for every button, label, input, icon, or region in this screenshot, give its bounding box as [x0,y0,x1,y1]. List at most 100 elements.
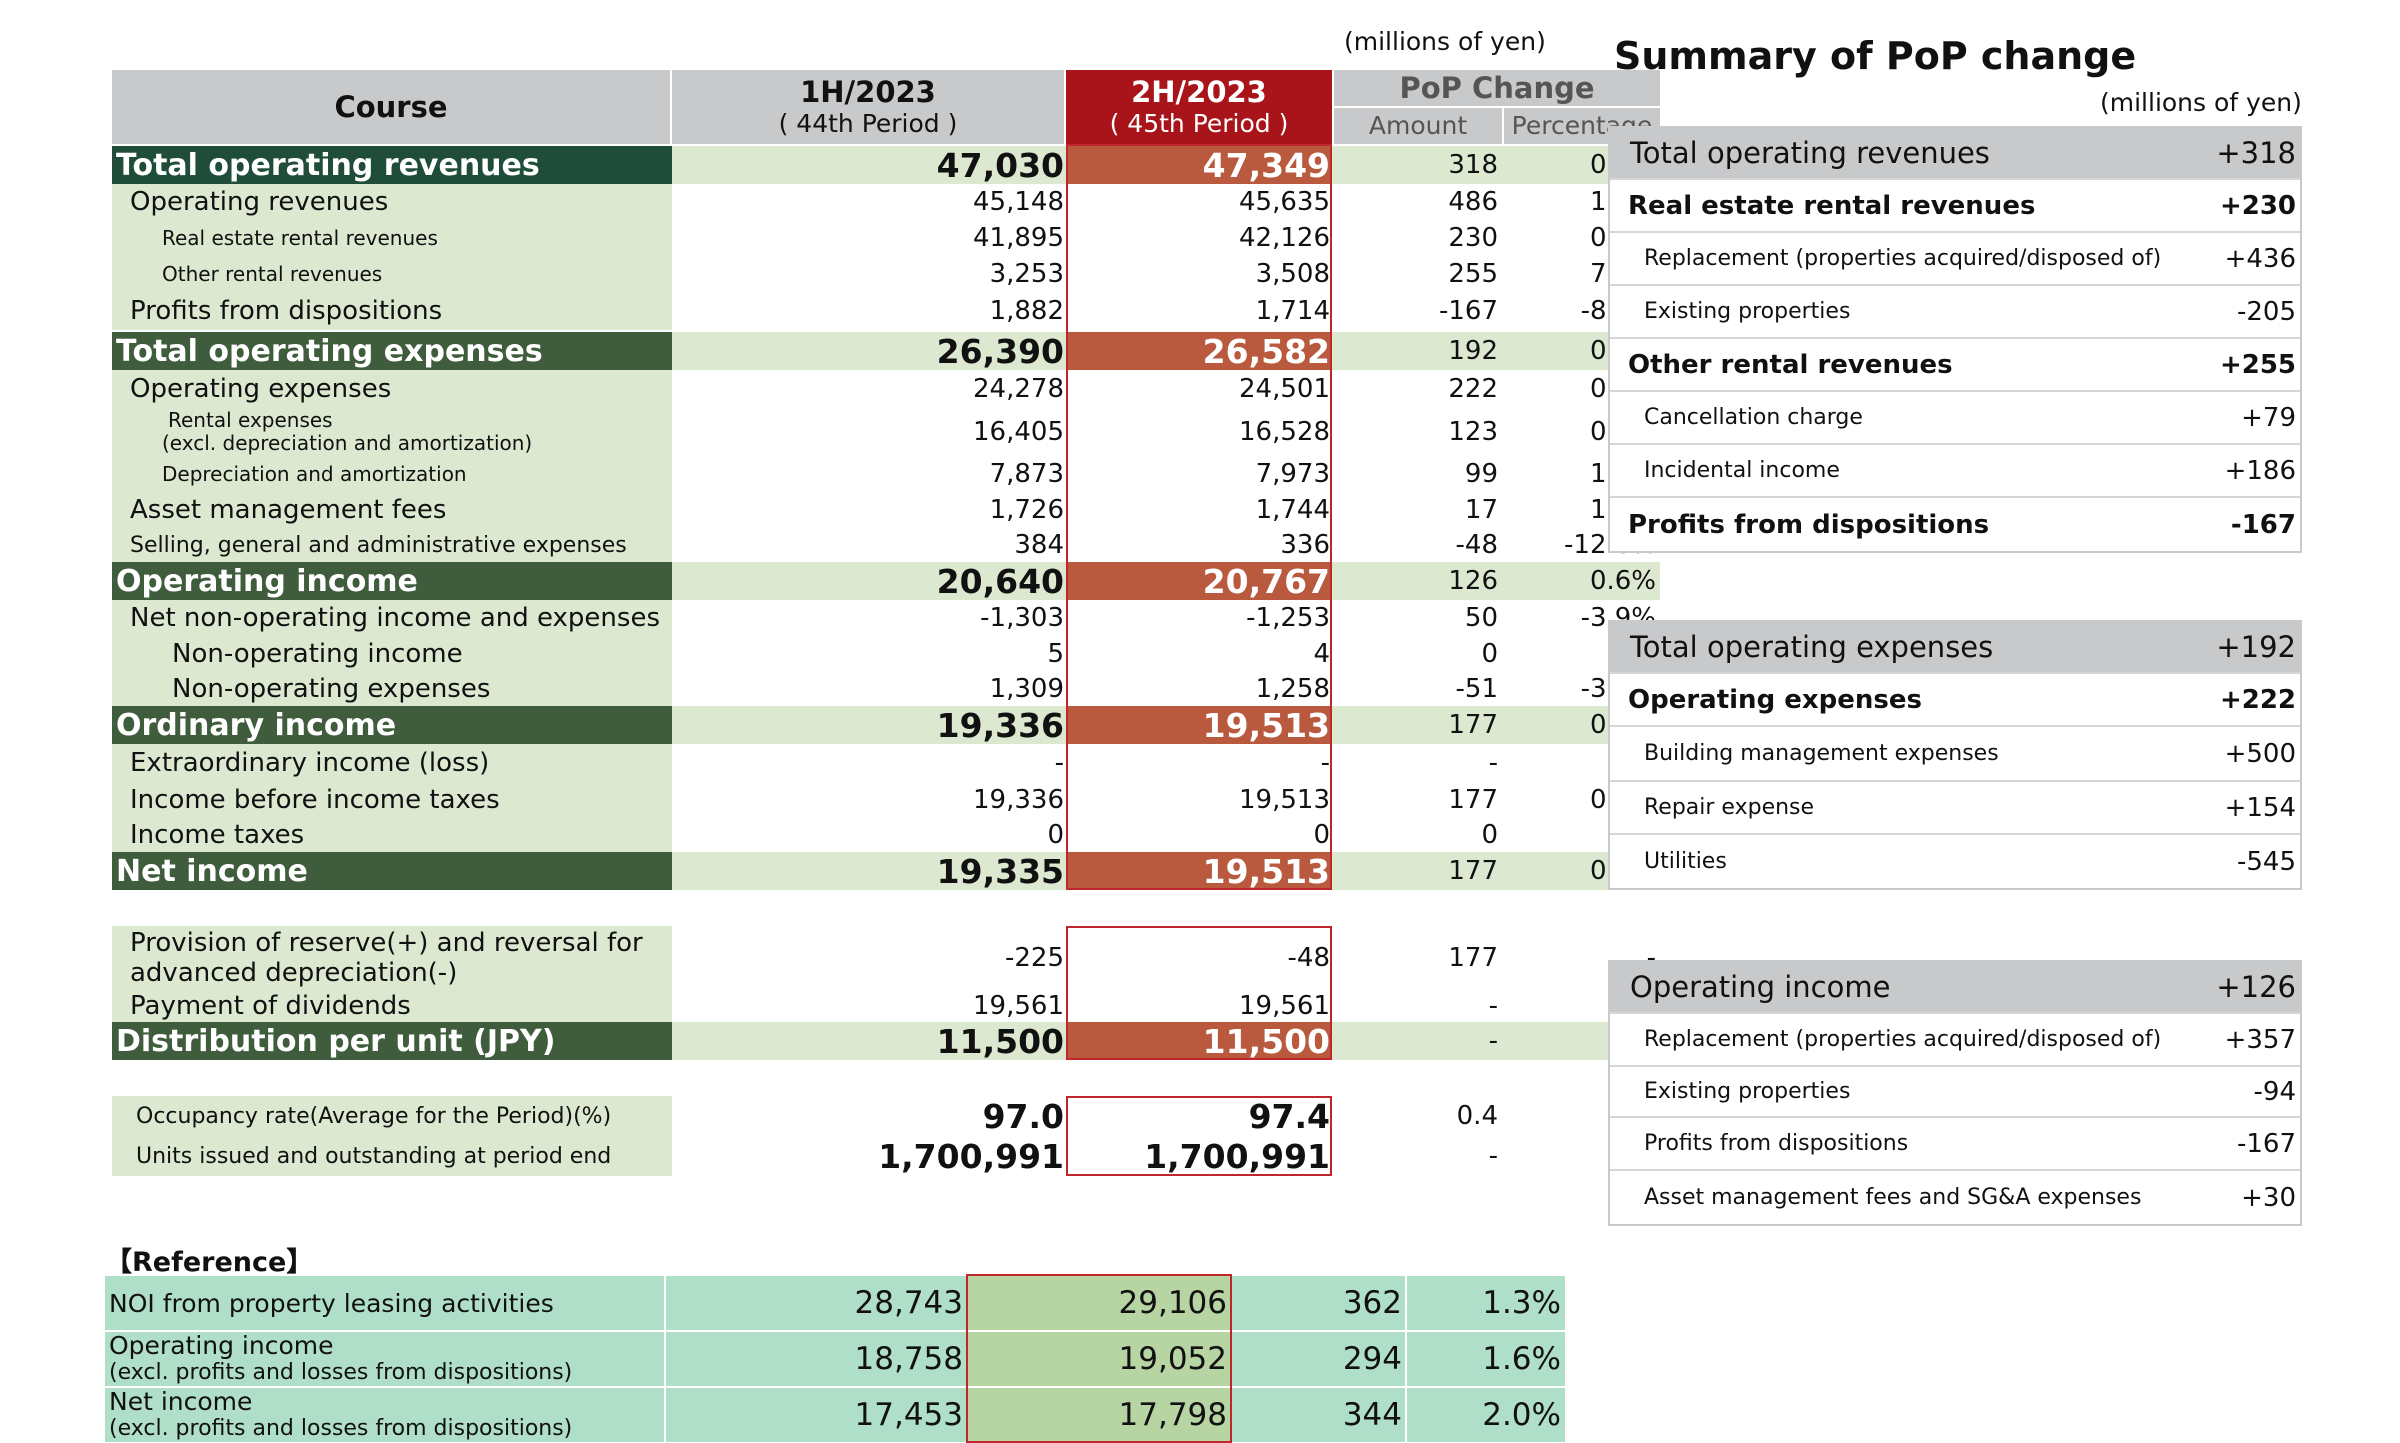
summary-row-value: +357 [2224,1024,2296,1055]
row-value-1h: 0 [1047,820,1064,850]
row-value-2h: 24,501 [1239,374,1330,404]
table-row: Income taxes 0 0 0 - [112,818,1656,852]
row-pop-amount: 99 [1464,459,1498,489]
row-value-1h: 1,700,991 [878,1136,1064,1176]
row-pop-amount: 318 [1332,146,1502,184]
summary-row-label: Total operating revenues [1630,136,1990,170]
row-value-1h: 24,278 [973,374,1064,404]
table-row: Profits from dispositions 1,882 1,714 -1… [112,292,1656,330]
header-period-1-sub: ( 44th Period ) [778,109,958,138]
row-label: Total operating revenues [112,146,672,184]
row-value-1h: 20,640 [672,562,1066,601]
row-value-1h: - [1054,748,1064,778]
summary-row-value: -167 [2230,509,2296,540]
row-pop-amount: -51 [1455,674,1498,704]
row-label: Ordinary income [112,706,672,744]
reference-row-label-line1: NOI from property leasing activities [109,1288,554,1318]
row-label-line1: Rental expenses [168,408,333,432]
summary-row: Operating income +126 [1610,962,2300,1014]
summary-row: Total operating revenues +318 [1610,128,2300,180]
row-value-1h: 26,390 [672,332,1066,371]
summary-row: Profits from dispositions -167 [1610,498,2300,551]
summary-row-label: Replacement (properties acquired/dispose… [1644,1027,2162,1052]
row-label: Distribution per unit (JPY) [112,1022,672,1060]
row-value-2h: 3,508 [1255,259,1330,289]
row-label: Income before income taxes [112,782,672,818]
row-label: Units issued and outstanding at period e… [112,1136,672,1176]
summary-row: Incidental income +186 [1610,445,2300,498]
row-value-2h: 16,528 [1239,417,1330,447]
header-period-2: 2H/2023 ( 45th Period ) [1066,70,1332,144]
row-pop-amount: -48 [1455,530,1498,560]
row-value-2h: 7,973 [1255,459,1330,489]
row-pop-amount: 486 [1448,187,1498,217]
summary-box-operating-income: Operating income +126 Replacement (prope… [1608,960,2302,1226]
header-pop-title: PoP Change [1399,71,1595,105]
row-value-1h: 3,253 [989,259,1064,289]
summary-row-label: Incidental income [1644,458,1840,483]
summary-row: Repair expense +154 [1610,782,2300,835]
row-pop-amount: 126 [1332,562,1502,600]
row-label: Asset management fees [112,492,672,528]
table-row: Asset management fees 1,726 1,744 17 1.0… [112,492,1656,528]
table-row: Real estate rental revenues 41,895 42,12… [112,220,1656,256]
table-row: Net non-operating income and expenses -1… [112,600,1656,636]
row-value-1h: 19,561 [973,991,1064,1021]
reference-title: 【Reference】 [105,1247,314,1278]
summary-row-label: Real estate rental revenues [1628,190,2036,221]
summary-row: Total operating expenses +192 [1610,622,2300,674]
summary-row-value: -94 [2253,1076,2296,1107]
summary-row-label: Replacement (properties acquired/dispose… [1644,246,2162,271]
table-row: Occupancy rate(Average for the Period)(%… [112,1096,1656,1136]
summary-row-value: +154 [2224,792,2296,823]
summary-row-label: Profits from dispositions [1628,509,1990,540]
table-row: Operating expenses 24,278 24,501 222 0.9… [112,370,1656,408]
row-value-1h: 5 [1047,639,1064,669]
reference-value-1h: 17,453 [854,1397,963,1433]
row-pop-amount: - [1332,1022,1502,1060]
row-pop-amount: - [1488,748,1498,778]
reference-value-2h: 17,798 [967,1388,1231,1442]
header-pop-amount: Amount [1334,108,1502,144]
row-value-1h: 11,500 [672,1022,1066,1061]
row-label-line2: advanced depreciation(-) [130,958,458,988]
summary-row: Replacement (properties acquired/dispose… [1610,233,2300,286]
summary-row-value: -205 [2236,296,2296,327]
summary-box-revenues: Total operating revenues +318 Real estat… [1608,126,2302,553]
row-pop-amount: -167 [1438,296,1498,326]
summary-row-label: Operating expenses [1628,684,1922,715]
summary-row: Replacement (properties acquired/dispose… [1610,1014,2300,1067]
row-label: Payment of dividends [112,990,672,1022]
table-row: Provision of reserve(+) and reversal for… [112,926,1656,990]
summary-row-value: +255 [2219,349,2296,380]
row-label: Provision of reserve(+) and reversal for… [112,926,672,990]
table-row: Rental expenses (excl. depreciation and … [112,408,1656,456]
row-value-2h: 11,500 [1066,1022,1332,1061]
row-pop-amount: 17 [1464,495,1498,525]
row-value-1h: 1,882 [989,296,1064,326]
row-label: Non-operating expenses [112,672,672,706]
row-value-1h: 41,895 [973,223,1064,253]
row-value-1h: 97.0 [982,1096,1064,1136]
table-row: Selling, general and administrative expe… [112,528,1656,562]
reference-pop-amount: 294 [1342,1341,1402,1377]
row-pop-amount: 230 [1448,223,1498,253]
table-row: Operating revenues 45,148 45,635 486 1.1… [112,184,1656,220]
reference-row-label: Operating income (excl. profits and loss… [105,1332,665,1386]
row-pop-amount: 255 [1448,259,1498,289]
reference-row: Operating income (excl. profits and loss… [105,1332,1565,1386]
row-value-2h: 19,561 [1239,991,1330,1021]
header-pop: PoP Change [1334,70,1660,106]
row-label: Real estate rental revenues [112,220,672,256]
row-value-2h: 19,513 [1239,785,1330,815]
row-label: Other rental revenues [112,256,672,292]
reference-row: Net income (excl. profits and losses fro… [105,1388,1565,1442]
row-value-1h: 19,336 [973,785,1064,815]
row-label-line2: (excl. depreciation and amortization) [162,431,533,455]
row-value-1h: 1,726 [989,495,1064,525]
row-label: Net income [112,852,672,890]
summary-row: Profits from dispositions -167 [1610,1118,2300,1171]
reference-value-1h: 28,743 [854,1285,963,1321]
summary-row-label: Profits from dispositions [1644,1131,1909,1156]
header-period-1: 1H/2023 ( 44th Period ) [672,70,1064,144]
